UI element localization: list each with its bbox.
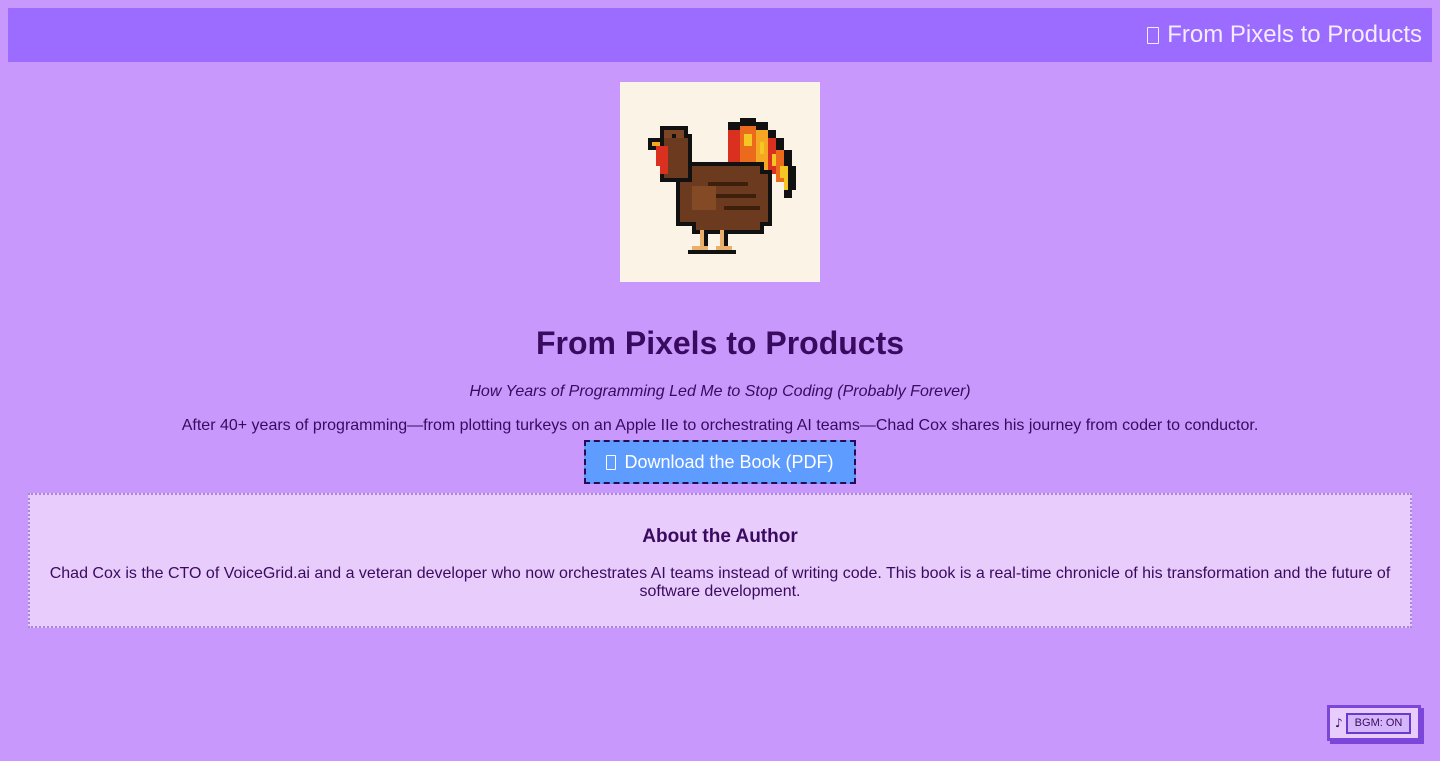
bgm-control: ♪ BGM: ON xyxy=(1327,705,1421,741)
book-subtitle: How Years of Programming Led Me to Stop … xyxy=(469,383,971,400)
about-heading: About the Author xyxy=(642,526,798,547)
book-title: From Pixels to Products xyxy=(535,325,905,361)
book-description: After 40+ years of programming—from plot… xyxy=(181,417,1259,434)
book-cover-image xyxy=(620,82,820,282)
download-button-label: Download the Book (PDF) xyxy=(624,451,834,472)
page: From Pixels to Products From Pixels to P… xyxy=(0,0,1440,761)
download-icon xyxy=(606,454,617,470)
download-book-button[interactable]: Download the Book (PDF) xyxy=(584,440,856,484)
about-text: Chad Cox is the CTO of VoiceGrid.ai and … xyxy=(49,565,1391,600)
top-bar: From Pixels to Products xyxy=(8,8,1432,62)
music-note-icon: ♪ xyxy=(1335,716,1343,730)
turkey-illustration xyxy=(648,118,796,254)
site-title[interactable]: From Pixels to Products xyxy=(1147,21,1422,49)
book-icon xyxy=(1147,26,1160,44)
site-title-text: From Pixels to Products xyxy=(1167,21,1422,48)
turkey-head xyxy=(648,126,692,182)
about-author-section: About the Author Chad Cox is the CTO of … xyxy=(28,493,1412,628)
bgm-toggle-button[interactable]: BGM: ON xyxy=(1345,712,1412,734)
